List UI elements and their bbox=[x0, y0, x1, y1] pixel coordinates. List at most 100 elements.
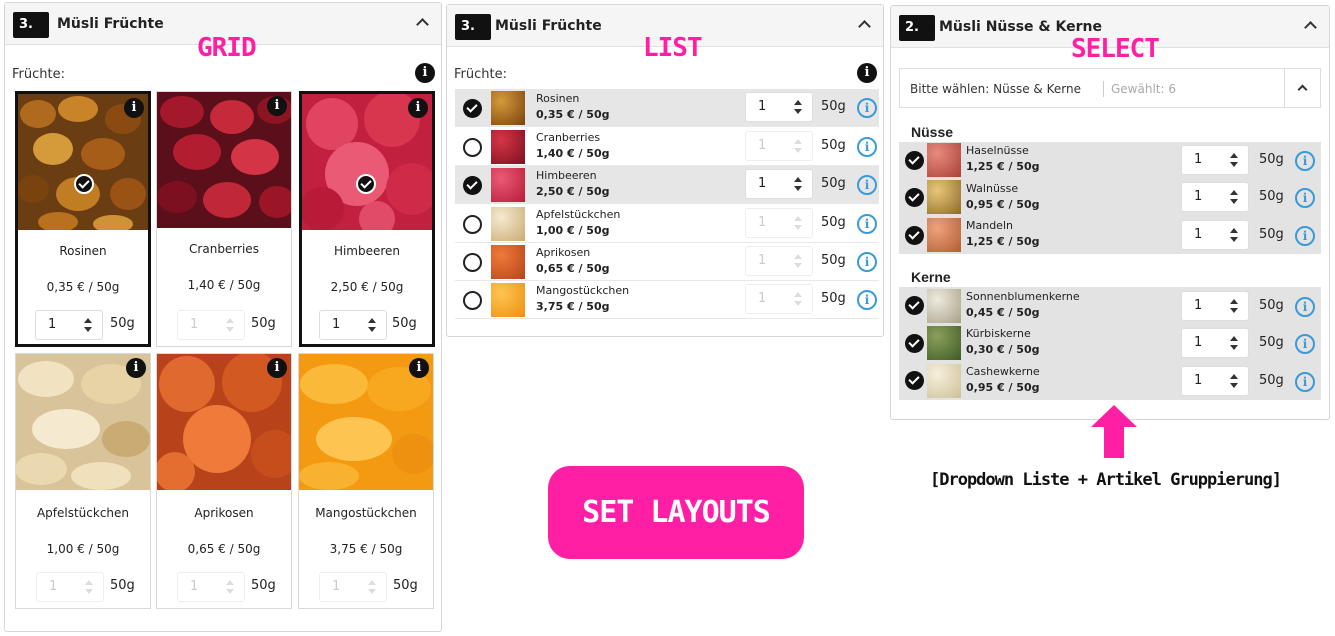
grid-card-apfelstueckchen[interactable]: i Apfelstückchen 1,00 € / 50g 1 50g bbox=[15, 353, 151, 609]
quantity-stepper[interactable]: 1 bbox=[1181, 220, 1249, 250]
list-item-aprikosen[interactable]: Aprikosen 0,65 € / 50g 1 50g i bbox=[455, 243, 879, 281]
check-icon[interactable] bbox=[905, 334, 924, 353]
quantity-stepper[interactable]: 1 bbox=[1181, 328, 1249, 358]
info-icon[interactable]: i bbox=[415, 63, 435, 83]
info-icon[interactable]: i bbox=[857, 175, 877, 195]
quantity-stepper[interactable]: 1 bbox=[177, 310, 245, 340]
chevron-up-icon[interactable] bbox=[416, 18, 429, 31]
info-icon[interactable]: i bbox=[1295, 188, 1315, 208]
spinner-icon[interactable] bbox=[85, 580, 93, 594]
info-icon[interactable]: i bbox=[126, 358, 146, 378]
info-icon[interactable]: i bbox=[267, 96, 287, 116]
item-name: Mandeln bbox=[966, 219, 1013, 232]
spinner-icon[interactable] bbox=[794, 139, 802, 153]
unit-label: 50g bbox=[821, 176, 846, 191]
list-item-kuerbiskerne[interactable]: Kürbiskerne 0,30 € / 50g 1 50g i bbox=[899, 325, 1321, 362]
spinner-icon[interactable] bbox=[368, 318, 376, 332]
check-icon[interactable] bbox=[463, 99, 482, 118]
spinner-icon[interactable] bbox=[226, 318, 234, 332]
spinner-icon[interactable] bbox=[794, 216, 802, 230]
quantity-stepper[interactable]: 1 bbox=[745, 208, 813, 238]
check-icon[interactable] bbox=[905, 151, 924, 170]
check-icon[interactable] bbox=[905, 296, 924, 315]
grid-card-cranberries[interactable]: i Cranberries 1,40 € / 50g 1 50g bbox=[156, 91, 292, 347]
info-icon[interactable]: i bbox=[267, 358, 287, 378]
info-icon[interactable]: i bbox=[857, 214, 877, 234]
quantity-value: 1 bbox=[1194, 227, 1203, 242]
list-item-himbeeren[interactable]: Himbeeren 2,50 € / 50g 1 50g i bbox=[455, 166, 879, 204]
quantity-stepper[interactable]: 1 bbox=[1181, 145, 1249, 175]
spinner-icon[interactable] bbox=[1230, 336, 1238, 350]
chevron-up-icon[interactable] bbox=[858, 20, 871, 33]
list-item-mandeln[interactable]: Mandeln 1,25 € / 50g 1 50g i bbox=[899, 217, 1321, 254]
list-item-mangostueckchen[interactable]: Mangostückchen 3,75 € / 50g 1 50g i bbox=[455, 281, 879, 319]
info-icon[interactable]: i bbox=[1295, 226, 1315, 246]
spinner-icon[interactable] bbox=[794, 292, 802, 306]
info-icon[interactable]: i bbox=[1295, 151, 1315, 171]
quantity-stepper[interactable]: 1 bbox=[36, 572, 104, 602]
spinner-icon[interactable] bbox=[1230, 153, 1238, 167]
spinner-icon[interactable] bbox=[1230, 228, 1238, 242]
spinner-icon[interactable] bbox=[368, 580, 376, 594]
radio-empty-icon[interactable] bbox=[463, 291, 482, 310]
spinner-icon[interactable] bbox=[84, 318, 92, 332]
item-price: 1,00 € / 50g bbox=[46, 542, 120, 556]
quantity-stepper[interactable]: 1 bbox=[745, 246, 813, 276]
spinner-icon[interactable] bbox=[794, 100, 802, 114]
quantity-stepper[interactable]: 1 bbox=[1181, 291, 1249, 321]
check-icon[interactable] bbox=[463, 176, 482, 195]
radio-empty-icon[interactable] bbox=[463, 215, 482, 234]
quantity-stepper[interactable]: 1 bbox=[745, 131, 813, 161]
grid-card-mangostueckchen[interactable]: i Mangostückchen 3,75 € / 50g 1 50g bbox=[298, 353, 434, 609]
rosinen-thumb bbox=[491, 91, 525, 125]
item-name: Rosinen bbox=[536, 92, 580, 105]
quantity-stepper[interactable]: 1 bbox=[745, 169, 813, 199]
radio-empty-icon[interactable] bbox=[463, 253, 482, 272]
dropdown-toggle[interactable] bbox=[1284, 69, 1320, 107]
info-icon[interactable]: i bbox=[857, 63, 877, 83]
quantity-stepper[interactable]: 1 bbox=[319, 572, 387, 602]
spinner-icon[interactable] bbox=[1230, 374, 1238, 388]
info-icon[interactable]: i bbox=[409, 358, 429, 378]
info-icon[interactable]: i bbox=[857, 98, 877, 118]
list-item-sonnenblumenkerne[interactable]: Sonnenblumenkerne 0,45 € / 50g 1 50g i bbox=[899, 287, 1321, 325]
list-item-cranberries[interactable]: Cranberries 1,40 € / 50g 1 50g i bbox=[455, 128, 879, 166]
spinner-icon[interactable] bbox=[794, 177, 802, 191]
quantity-stepper[interactable]: 1 bbox=[1181, 182, 1249, 212]
info-icon[interactable]: i bbox=[857, 290, 877, 310]
grid-card-rosinen[interactable]: i Rosinen 0,35 € / 50g 1 50g bbox=[15, 91, 151, 347]
info-icon[interactable]: i bbox=[1295, 334, 1315, 354]
spinner-icon[interactable] bbox=[794, 254, 802, 268]
list-item-walnuesse[interactable]: Walnüsse 0,95 € / 50g 1 50g i bbox=[899, 179, 1321, 217]
check-icon[interactable] bbox=[905, 188, 924, 207]
quantity-stepper[interactable]: 1 bbox=[1181, 366, 1249, 396]
grid-card-aprikosen[interactable]: i Aprikosen 0,65 € / 50g 1 50g bbox=[156, 353, 292, 609]
chevron-up-icon[interactable] bbox=[1304, 21, 1317, 34]
quantity-stepper[interactable]: 1 bbox=[745, 92, 813, 122]
spinner-icon[interactable] bbox=[1230, 190, 1238, 204]
spinner-icon[interactable] bbox=[1230, 299, 1238, 313]
info-icon[interactable]: i bbox=[1295, 372, 1315, 392]
unit-label: 50g bbox=[821, 99, 846, 114]
info-icon[interactable]: i bbox=[124, 98, 144, 118]
dropdown-count: Gewählt: 6 bbox=[1111, 82, 1176, 96]
dropdown-select[interactable]: Bitte wählen: Nüsse & Kerne Gewählt: 6 bbox=[899, 68, 1321, 108]
spinner-icon[interactable] bbox=[226, 580, 234, 594]
check-icon[interactable] bbox=[905, 226, 924, 245]
quantity-stepper[interactable]: 1 bbox=[745, 284, 813, 314]
check-icon[interactable] bbox=[905, 371, 924, 390]
list-item-apfelstueckchen[interactable]: Apfelstückchen 1,00 € / 50g 1 50g i bbox=[455, 205, 879, 243]
info-icon[interactable]: i bbox=[1295, 297, 1315, 317]
list-item-rosinen[interactable]: Rosinen 0,35 € / 50g 1 50g i bbox=[455, 89, 879, 127]
radio-empty-icon[interactable] bbox=[463, 138, 482, 157]
list-item-cashewkerne[interactable]: Cashewkerne 0,95 € / 50g 1 50g i bbox=[899, 362, 1321, 400]
quantity-value: 1 bbox=[332, 579, 341, 594]
grid-card-himbeeren[interactable]: i Himbeeren 2,50 € / 50g 1 50g bbox=[299, 91, 435, 347]
info-icon[interactable]: i bbox=[408, 98, 428, 118]
info-icon[interactable]: i bbox=[857, 137, 877, 157]
quantity-stepper[interactable]: 1 bbox=[177, 572, 245, 602]
quantity-stepper[interactable]: 1 bbox=[35, 310, 103, 340]
info-icon[interactable]: i bbox=[857, 252, 877, 272]
quantity-stepper[interactable]: 1 bbox=[319, 310, 387, 340]
list-item-haselnuesse[interactable]: Haselnüsse 1,25 € / 50g 1 50g i bbox=[899, 142, 1321, 179]
